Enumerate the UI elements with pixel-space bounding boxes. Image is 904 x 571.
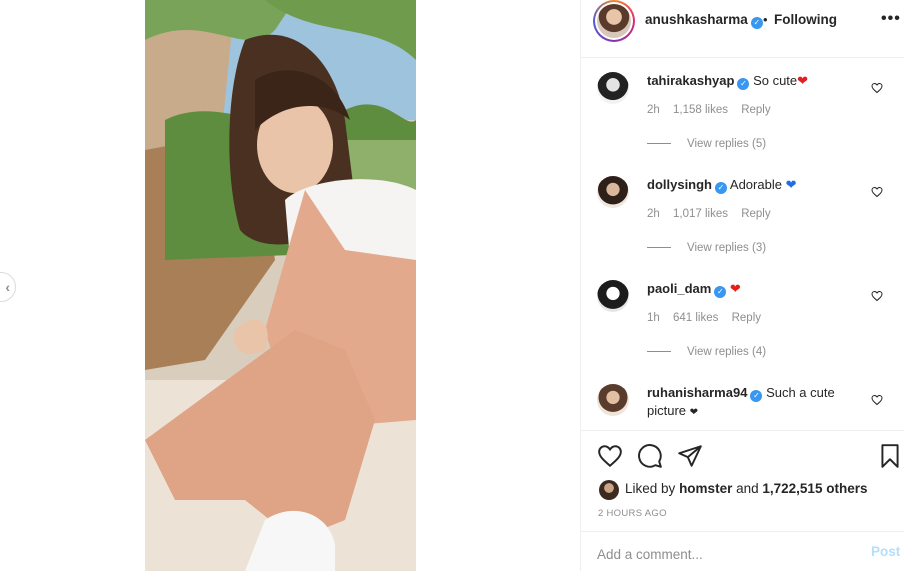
like-comment-heart-icon[interactable] (871, 394, 883, 406)
author-username[interactable]: anushkasharma ✓ (645, 12, 763, 29)
post-media-area: ‹ (0, 0, 580, 571)
comment-meta: 2h 1,017 likes Reply (647, 208, 781, 220)
comment-body: Adorable (729, 177, 782, 192)
post-header: anushkasharma ✓ • Following ••• (581, 0, 904, 58)
verified-badge-icon: ✓ (750, 390, 763, 402)
comment-likes[interactable]: 641 likes (673, 312, 718, 324)
more-horizontal-icon[interactable]: ••• (881, 10, 901, 28)
comment-input[interactable] (597, 544, 837, 564)
commenter-username[interactable]: ruhanisharma94 (647, 385, 747, 400)
bookmark-icon[interactable] (877, 443, 903, 469)
view-replies-button[interactable]: View replies (3) (647, 242, 766, 254)
verified-badge-icon: ✓ (715, 182, 727, 194)
verified-badge-icon: ✓ (750, 17, 763, 29)
reply-button[interactable]: Reply (732, 312, 761, 324)
like-comment-heart-icon[interactable] (871, 186, 883, 198)
verified-badge-icon: ✓ (714, 286, 727, 298)
liker-avatar[interactable] (599, 480, 619, 500)
comment-time: 2h (647, 208, 660, 220)
comment-time: 1h (647, 312, 660, 324)
add-comment-bar: Post (581, 531, 904, 571)
commenter-avatar[interactable] (597, 72, 629, 104)
commenter-avatar[interactable] (597, 176, 629, 208)
previous-post-arrow-icon[interactable]: ‹ (0, 272, 16, 302)
view-replies-button[interactable]: View replies (5) (647, 138, 766, 150)
commenter-username[interactable]: paoli_dam (647, 281, 711, 296)
comment-text: dollysingh ✓ Adorable ❤ (647, 176, 867, 194)
blue-heart-icon: ❤ (785, 177, 797, 192)
liker-username: homster (679, 481, 733, 496)
author-avatar[interactable] (593, 0, 635, 42)
comments-list: tahirakashyap ✓ So cute❤ 2h 1,158 likes R… (581, 58, 904, 430)
view-replies-button[interactable]: View replies (4) (647, 346, 766, 358)
like-comment-heart-icon[interactable] (871, 82, 883, 94)
reply-button[interactable]: Reply (741, 208, 770, 220)
like-comment-heart-icon[interactable] (871, 290, 883, 302)
comment-text: tahirakashyap ✓ So cute❤ (647, 72, 867, 90)
red-heart-icon: ❤ (729, 281, 741, 296)
likes-count: 1,722,515 others (762, 481, 868, 496)
verified-badge-icon: ✓ (737, 78, 750, 90)
comment-bubble-icon[interactable] (637, 443, 663, 469)
post-timestamp[interactable]: 2 HOURS AGO (598, 508, 667, 519)
header-separator: • (763, 12, 768, 27)
commenter-avatar[interactable] (597, 384, 629, 416)
comment-likes[interactable]: 1,017 likes (673, 208, 728, 220)
black-heart-icon: ❤ (689, 407, 699, 418)
post-comment-button[interactable]: Post (871, 544, 900, 559)
post-actions: Liked by homster and 1,722,515 others 2 … (581, 430, 904, 531)
commenter-username[interactable]: tahirakashyap (647, 73, 734, 88)
commenter-username[interactable]: dollysingh (647, 177, 712, 192)
comment-body: So cute (753, 73, 798, 88)
paper-plane-icon[interactable] (677, 443, 703, 469)
post-side-panel: anushkasharma ✓ • Following ••• tahirakas… (580, 0, 904, 571)
comment-meta: 1h 641 likes Reply (647, 312, 771, 324)
comment-meta: 2h 1,158 likes Reply (647, 104, 781, 116)
comment-likes[interactable]: 1,158 likes (673, 104, 728, 116)
comment-time: 2h (647, 104, 660, 116)
red-heart-icon: ❤ (797, 73, 809, 88)
heart-outline-icon[interactable] (597, 443, 623, 469)
reply-button[interactable]: Reply (741, 104, 770, 116)
comment-text: paoli_dam ✓ ❤ (647, 280, 867, 298)
commenter-avatar[interactable] (597, 280, 629, 312)
following-button[interactable]: Following (774, 12, 837, 27)
comment-text: ruhanisharma94 ✓ Such a cute picture ❤ (647, 384, 867, 422)
likes-summary[interactable]: Liked by homster and 1,722,515 others (625, 481, 867, 496)
post-photo[interactable] (145, 0, 416, 571)
